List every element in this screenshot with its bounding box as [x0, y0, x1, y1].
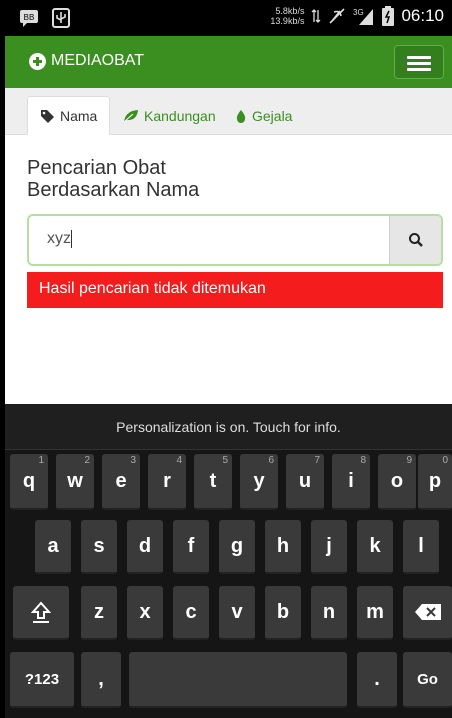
hamburger-icon — [407, 56, 431, 59]
svg-text:BB: BB — [24, 13, 35, 22]
search-input[interactable]: xyz — [47, 230, 367, 248]
key-m[interactable]: m — [357, 586, 393, 640]
key-h[interactable]: h — [265, 520, 301, 574]
network-speed: 5.8kb/s 13.9kb/s — [270, 6, 305, 26]
search-group: xyz — [27, 214, 443, 266]
page-title-line1: Pencarian Obat — [27, 157, 166, 179]
backspace-key[interactable] — [403, 586, 452, 640]
key-t[interactable]: 5t — [194, 454, 232, 510]
key-c[interactable]: c — [173, 586, 209, 640]
clock: 06:10 — [401, 6, 444, 25]
key-g[interactable]: g — [219, 520, 255, 574]
key-y[interactable]: 6y — [240, 454, 278, 510]
key-x[interactable]: x — [127, 586, 163, 640]
shift-key[interactable] — [13, 586, 69, 640]
tab-label: Kandungan — [144, 107, 216, 124]
svg-text:3G: 3G — [353, 8, 364, 17]
not-found-alert: Hasil pencarian tidak ditemukan — [27, 272, 443, 308]
tab-kandungan[interactable]: Kandungan — [123, 96, 216, 135]
key-v[interactable]: v — [219, 586, 255, 640]
brand-link[interactable]: MEDIAOBAT — [29, 52, 144, 70]
key-k[interactable]: k — [357, 520, 393, 574]
soft-keyboard: Personalization is on. Touch for info. 1… — [5, 404, 452, 718]
period-key[interactable]: . — [357, 652, 397, 708]
tag-icon — [41, 109, 54, 123]
key-r[interactable]: 4r — [148, 454, 186, 510]
search-button[interactable] — [389, 216, 441, 264]
tab-gejala[interactable]: Gejala — [235, 96, 292, 135]
space-key[interactable] — [129, 652, 347, 708]
signal-icon: 3G — [353, 8, 374, 25]
navbar: MEDIAOBAT — [5, 36, 452, 88]
search-value: xyz — [47, 230, 71, 248]
key-d[interactable]: d — [127, 520, 163, 574]
key-e[interactable]: 3e — [102, 454, 140, 510]
plus-circle-icon — [29, 52, 46, 70]
key-i[interactable]: 8i — [332, 454, 370, 510]
hamburger-icon-bar — [407, 68, 431, 71]
key-l[interactable]: l — [403, 520, 439, 574]
brand-name: MEDIAOBAT — [51, 52, 145, 69]
shift-icon — [31, 601, 51, 623]
search-icon — [408, 233, 423, 247]
go-key[interactable]: Go — [403, 652, 452, 708]
comma-key[interactable]: , — [81, 652, 121, 708]
text-caret — [71, 230, 72, 248]
usb-icon — [52, 8, 70, 28]
app-frame: BB 5.8kb/s 13.9kb/s 3G 06:10 MEDIAOBAT N… — [5, 0, 452, 718]
bbm-icon: BB — [20, 10, 38, 27]
key-j[interactable]: j — [311, 520, 347, 574]
page-title-line2: Berdasarkan Nama — [27, 179, 200, 201]
data-arrows-icon — [311, 9, 321, 23]
menu-toggle-button[interactable] — [394, 45, 444, 79]
key-z[interactable]: z — [81, 586, 117, 640]
key-n[interactable]: n — [311, 586, 347, 640]
key-a[interactable]: a — [35, 520, 71, 574]
mute-icon — [329, 8, 346, 24]
backspace-icon — [414, 604, 441, 620]
key-b[interactable]: b — [265, 586, 301, 640]
tab-label: Nama — [60, 107, 98, 124]
keyboard-hint[interactable]: Personalization is on. Touch for info. — [5, 404, 452, 450]
symbols-key[interactable]: ?123 — [10, 652, 74, 708]
key-p[interactable]: 0p — [418, 454, 452, 510]
key-s[interactable]: s — [81, 520, 117, 574]
tab-nama[interactable]: Nama — [27, 96, 111, 135]
tab-label: Gejala — [252, 107, 293, 124]
drop-icon — [236, 109, 246, 123]
key-o[interactable]: 9o — [378, 454, 416, 510]
leaf-icon — [123, 109, 138, 122]
key-w[interactable]: 2w — [56, 454, 94, 510]
page-title: Pencarian Obat Berdasarkan Nama — [27, 157, 387, 201]
key-u[interactable]: 7u — [286, 454, 324, 510]
key-q[interactable]: 1q — [10, 454, 48, 510]
key-f[interactable]: f — [173, 520, 209, 574]
status-bar: BB 5.8kb/s 13.9kb/s 3G 06:10 — [5, 0, 452, 36]
battery-icon — [382, 6, 395, 26]
hamburger-icon-bar — [407, 62, 431, 65]
tab-bar: Nama Kandungan Gejala — [5, 88, 452, 135]
